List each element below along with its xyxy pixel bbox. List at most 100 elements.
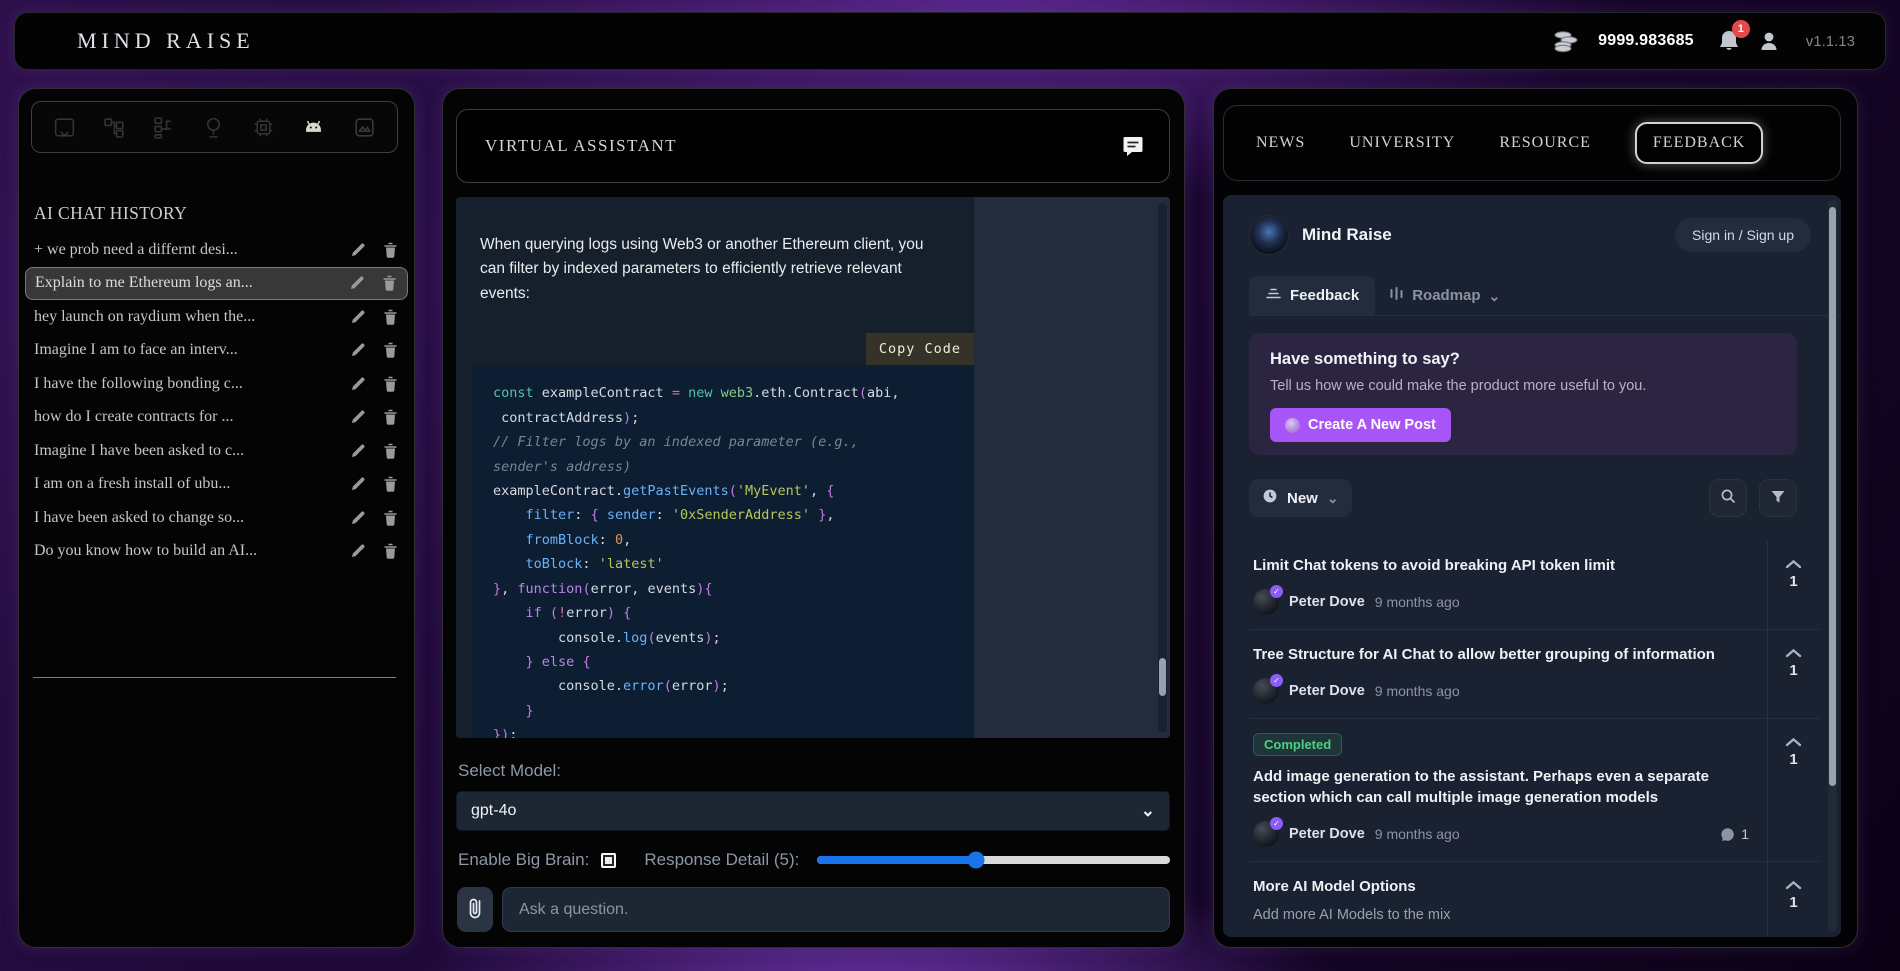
app: MIND RAISE 9999.983685 1 v1.1.13 [0,0,1900,971]
copy-code-button[interactable]: Copy Code [866,333,974,365]
tab-feedback[interactable]: FEEDBACK [1635,122,1763,164]
feedback-post[interactable]: More AI Model Options Add more AI Models… [1249,861,1819,937]
edit-chat-icon[interactable] [350,443,366,459]
chat-panel-icon[interactable] [50,113,79,142]
attach-file-button[interactable] [457,887,493,932]
delete-chat-icon[interactable] [383,309,398,325]
chat-history-item[interactable]: Imagine I am to face an interv... [25,334,408,368]
assistant-options-row: Enable Big Brain: Response Detail (5): [458,847,1170,873]
code-line: } else { [493,650,960,674]
chat-history-label: Imagine I have been asked to c... [34,442,333,460]
ask-question-input[interactable] [502,887,1170,932]
poster-avatar-icon [1285,418,1300,433]
edit-chat-icon[interactable] [350,510,366,526]
delete-chat-icon[interactable] [383,342,398,358]
code-line: toBlock: 'latest' [493,552,960,576]
upvote-button[interactable]: 1 [1767,862,1819,937]
chat-history-label: I have been asked to change so... [34,509,333,527]
chat-history-label: Imagine I am to face an interv... [34,341,333,359]
feedback-controls: New ⌄ [1249,479,1797,517]
delete-chat-icon[interactable] [383,543,398,559]
delete-chat-icon[interactable] [382,275,397,291]
chat-history-item[interactable]: I have the following bonding c... [25,367,408,401]
chat-history-item[interactable]: Explain to me Ethereum logs an... [25,267,408,301]
edit-chat-icon[interactable] [350,309,366,325]
upvote-button[interactable]: 1 [1767,719,1819,862]
chat-history-item[interactable]: I have been asked to change so... [25,501,408,535]
chat-history-label: + we prob need a differnt desi... [34,241,333,259]
feedback-post[interactable]: Completed Add image generation to the as… [1249,718,1819,862]
edit-chat-icon[interactable] [350,409,366,425]
response-detail-slider[interactable] [817,856,1170,864]
token-balance: 9999.983685 [1598,32,1694,50]
chip-icon[interactable] [249,113,278,142]
delete-chat-icon[interactable] [383,242,398,258]
delete-chat-icon[interactable] [383,443,398,459]
feedback-scrollbar[interactable] [1828,200,1837,932]
filter-funnel-icon [1770,489,1786,508]
sign-in-button[interactable]: Sign in / Sign up [1675,218,1811,252]
response-detail-thumb[interactable] [968,852,985,869]
notification-badge: 1 [1732,20,1750,38]
chat-viewport[interactable]: When querying logs using Web3 or another… [456,197,1170,738]
upvote-button[interactable]: 1 [1767,541,1819,629]
chat-history-item[interactable]: I am on a fresh install of ubu... [25,468,408,502]
vote-count: 1 [1789,894,1797,911]
chat-history-item[interactable]: hey launch on raydium when the... [25,300,408,334]
tab-roadmap[interactable]: Roadmap ⌄ [1375,276,1514,315]
edit-chat-icon[interactable] [349,275,365,291]
notifications-button[interactable]: 1 [1718,29,1740,53]
tab-resource[interactable]: RESOURCE [1499,130,1591,156]
chat-history-item[interactable]: Do you know how to build an AI... [25,535,408,569]
tree-view-icon[interactable] [100,113,129,142]
sort-label: New [1287,490,1318,507]
tab-feedback[interactable]: Feedback [1249,276,1375,315]
post-title: Tree Structure for AI Chat to allow bett… [1253,644,1749,666]
post-title: More AI Model Options [1253,876,1749,898]
tab-university[interactable]: UNIVERSITY [1349,130,1455,156]
edit-chat-icon[interactable] [350,242,366,258]
persona-icon[interactable] [199,113,228,142]
edit-chat-icon[interactable] [350,476,366,492]
section-tabs: NEWS UNIVERSITY RESOURCE FEEDBACK [1223,105,1841,181]
chat-history-item[interactable]: Imagine I have been asked to c... [25,434,408,468]
sort-new-dropdown[interactable]: New ⌄ [1249,479,1352,517]
profile-button[interactable] [1758,29,1780,53]
tab-feedback-label: Feedback [1290,287,1359,304]
filter-button[interactable] [1759,479,1797,517]
chat-history-item[interactable]: how do I create contracts for ... [25,401,408,435]
delete-chat-icon[interactable] [383,476,398,492]
search-button[interactable] [1709,479,1747,517]
post-content: Tree Structure for AI Chat to allow bett… [1249,630,1767,718]
delete-chat-icon[interactable] [383,409,398,425]
image-icon[interactable] [350,113,379,142]
post-title: Add image generation to the assistant. P… [1253,766,1749,810]
edit-chat-icon[interactable] [350,376,366,392]
chat-history-sidebar: AI CHAT HISTORY + we prob need a differn… [18,88,415,948]
big-brain-checkbox[interactable] [601,853,616,868]
header-actions: 9999.983685 1 v1.1.13 [1553,29,1855,53]
response-detail-label: Response Detail (5): [644,850,799,870]
message-text: When querying logs using Web3 or another… [480,233,948,306]
flowchart-icon[interactable] [149,113,178,142]
status-badge: Completed [1253,733,1342,756]
model-select[interactable]: gpt-4o ⌄ [456,791,1170,831]
delete-chat-icon[interactable] [383,510,398,526]
feedback-scrollbar-thumb[interactable] [1829,207,1836,785]
chat-bubble-icon[interactable] [1121,134,1145,158]
upvote-button[interactable]: 1 [1767,630,1819,718]
chat-history-item[interactable]: + we prob need a differnt desi... [25,233,408,267]
create-post-button[interactable]: Create A New Post [1270,408,1451,442]
android-icon[interactable] [298,113,329,142]
feedback-stack-icon [1265,286,1282,305]
chat-scrollbar[interactable] [1158,203,1167,732]
post-content: Completed Add image generation to the as… [1249,719,1767,862]
chat-scrollbar-thumb[interactable] [1159,658,1166,696]
tab-news[interactable]: NEWS [1256,130,1305,156]
edit-chat-icon[interactable] [350,543,366,559]
feedback-post[interactable]: Tree Structure for AI Chat to allow bett… [1249,629,1819,718]
edit-chat-icon[interactable] [350,342,366,358]
delete-chat-icon[interactable] [383,376,398,392]
feedback-post[interactable]: Limit Chat tokens to avoid breaking API … [1249,541,1819,629]
search-icon [1720,488,1737,508]
